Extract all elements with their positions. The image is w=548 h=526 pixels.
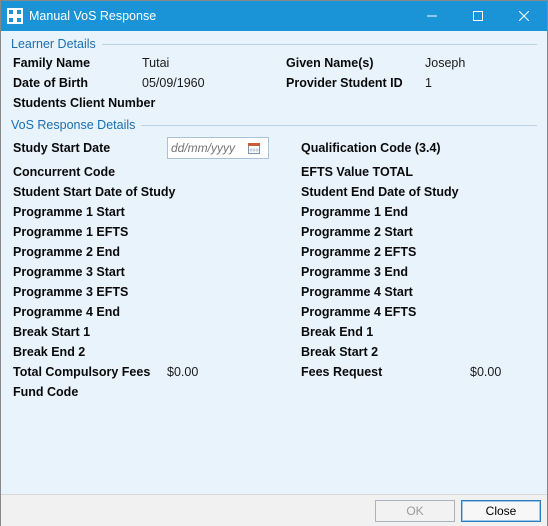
- total-fees-label: Total Compulsory Fees: [13, 365, 163, 379]
- p3-start-label: Programme 3 Start: [13, 265, 163, 279]
- stu-end-label: Student End Date of Study: [301, 185, 535, 199]
- p4-end-label: Programme 4 End: [13, 305, 163, 319]
- footer-bar: OK Close: [1, 494, 547, 526]
- p1-end-label: Programme 1 End: [301, 205, 466, 219]
- family-name-label: Family Name: [13, 56, 138, 70]
- provider-id-label: Provider Student ID: [286, 76, 421, 90]
- vos-details-group: VoS Response Details Study Start Date: [11, 118, 537, 403]
- study-start-label: Study Start Date: [13, 141, 163, 155]
- divider: [141, 125, 537, 126]
- fund-code-label: Fund Code: [13, 385, 163, 399]
- close-button[interactable]: Close: [461, 500, 541, 522]
- vos-details-header: VoS Response Details: [11, 118, 537, 132]
- maximize-button[interactable]: [455, 1, 501, 31]
- p1-start-label: Programme 1 Start: [13, 205, 163, 219]
- p2-efts-label: Programme 2 EFTS: [301, 245, 466, 259]
- app-icon: [7, 8, 23, 24]
- fees-req-label: Fees Request: [301, 365, 466, 379]
- p3-end-label: Programme 3 End: [301, 265, 466, 279]
- p1-efts-label: Programme 1 EFTS: [13, 225, 163, 239]
- fees-req-value: $0.00: [470, 365, 535, 379]
- provider-id-value: 1: [425, 76, 535, 90]
- learner-details-title: Learner Details: [11, 37, 96, 51]
- p2-end-label: Programme 2 End: [13, 245, 163, 259]
- qual-code-label: Qualification Code (3.4): [301, 141, 466, 155]
- calendar-icon[interactable]: [244, 138, 264, 158]
- window-title: Manual VoS Response: [29, 9, 156, 23]
- stu-start-label: Student Start Date of Study: [13, 185, 297, 199]
- study-start-input[interactable]: [168, 140, 244, 156]
- p4-start-label: Programme 4 Start: [301, 285, 466, 299]
- be2-label: Break End 2: [13, 345, 163, 359]
- p4-efts-label: Programme 4 EFTS: [301, 305, 466, 319]
- bs1-label: Break Start 1: [13, 325, 163, 339]
- be1-label: Break End 1: [301, 325, 466, 339]
- bs2-label: Break Start 2: [301, 345, 466, 359]
- family-name-value: Tutai: [142, 56, 282, 70]
- vos-details-title: VoS Response Details: [11, 118, 135, 132]
- dob-label: Date of Birth: [13, 76, 138, 90]
- divider: [102, 44, 537, 45]
- learner-details-header: Learner Details: [11, 37, 537, 51]
- total-fees-value: $0.00: [167, 365, 297, 379]
- p2-start-label: Programme 2 Start: [301, 225, 466, 239]
- dob-value: 05/09/1960: [142, 76, 282, 90]
- concurrent-label: Concurrent Code: [13, 165, 163, 179]
- given-names-label: Given Name(s): [286, 56, 421, 70]
- given-names-value: Joseph: [425, 56, 535, 70]
- close-window-button[interactable]: [501, 1, 547, 31]
- study-start-field-wrap: [167, 137, 297, 159]
- ok-button[interactable]: OK: [375, 500, 455, 522]
- efts-label: EFTS Value TOTAL: [301, 165, 466, 179]
- titlebar: Manual VoS Response: [1, 1, 547, 31]
- study-start-date-field: [167, 137, 269, 159]
- minimize-button[interactable]: [409, 1, 455, 31]
- learner-details-group: Learner Details Family Name Tutai Given …: [11, 37, 537, 114]
- content-area: Learner Details Family Name Tutai Given …: [1, 31, 547, 494]
- p3-efts-label: Programme 3 EFTS: [13, 285, 163, 299]
- client-number-label: Students Client Number: [13, 96, 282, 110]
